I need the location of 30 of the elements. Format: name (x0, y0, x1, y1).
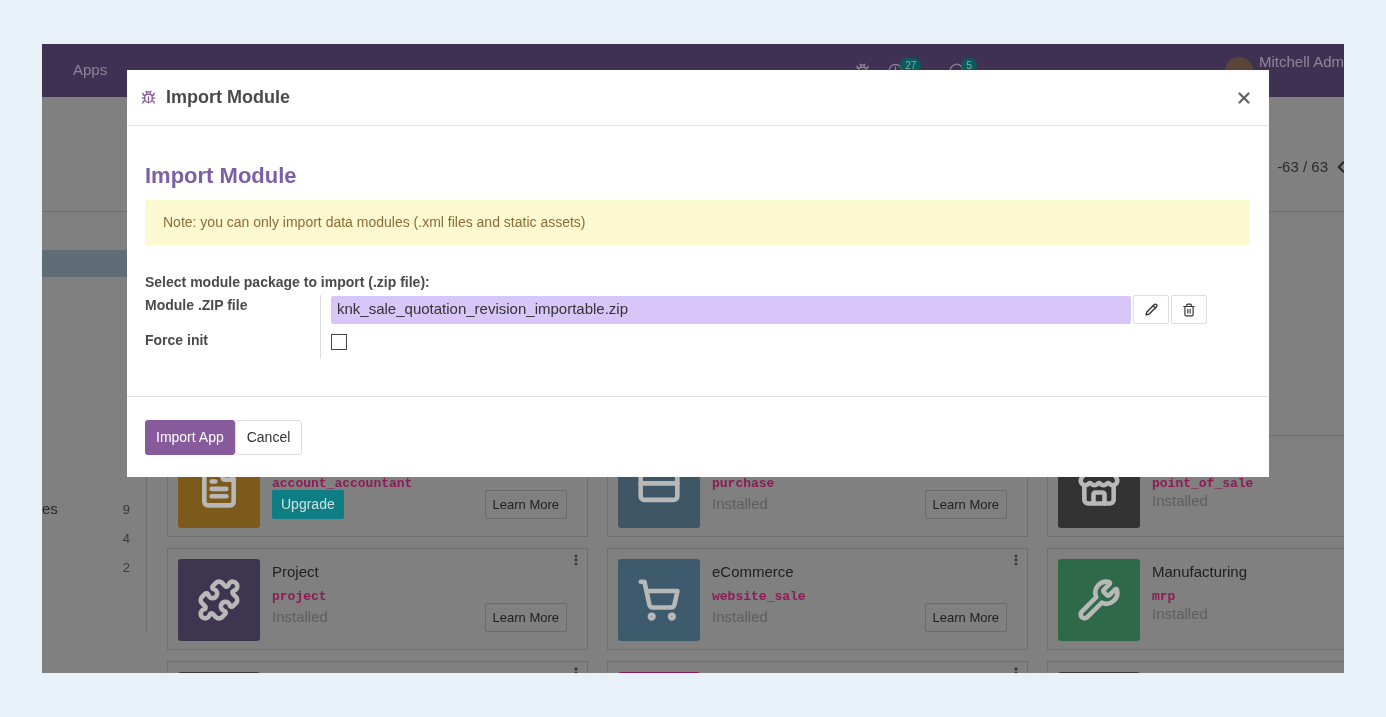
technical-name: website_sale (712, 589, 806, 604)
category-count: 4 (122, 529, 130, 548)
user-name[interactable]: Mitchell Adm (1258, 51, 1344, 74)
app-name: eCommerce (712, 563, 794, 580)
technical-name: account_accountant (272, 476, 413, 491)
learn-more-button[interactable]: Learn More (484, 490, 567, 519)
app-name: Manufacturing (1152, 563, 1248, 580)
category-label[interactable]: es (42, 498, 58, 521)
upgrade-button[interactable]: Upgrade (272, 490, 344, 519)
field-label: Force init (145, 331, 209, 350)
learn-more-button[interactable]: Learn More (484, 603, 567, 632)
technical-name: mrp (1152, 589, 1176, 604)
technical-name: project (272, 589, 327, 604)
category-count: 2 (122, 558, 130, 577)
learn-more-button[interactable]: Learn More (924, 490, 1007, 519)
technical-name: purchase (712, 476, 775, 491)
section-label: Select module package to import (.zip file): (145, 273, 430, 291)
info-note: Note: you can only import data modules (.xml files and static assets) (145, 200, 1250, 245)
form-heading: Import Module (145, 162, 298, 190)
learn-more-button[interactable]: Learn More (924, 603, 1007, 632)
pager-text: -63 / 63 (1277, 156, 1328, 177)
nav-menu-item[interactable]: Apps (73, 59, 108, 82)
import-app-button[interactable]: Import App (145, 419, 235, 455)
cancel-button[interactable]: Cancel (234, 419, 303, 455)
dialog-title: Import Module (166, 86, 290, 109)
field-label: Module .ZIP file (145, 296, 249, 315)
app-name: Project (272, 563, 319, 580)
technical-name: point_of_sale (1152, 476, 1254, 491)
category-count: 9 (122, 500, 130, 519)
file-name-field[interactable]: knk_sale_quotation_revision_importable.zip (331, 295, 1131, 324)
